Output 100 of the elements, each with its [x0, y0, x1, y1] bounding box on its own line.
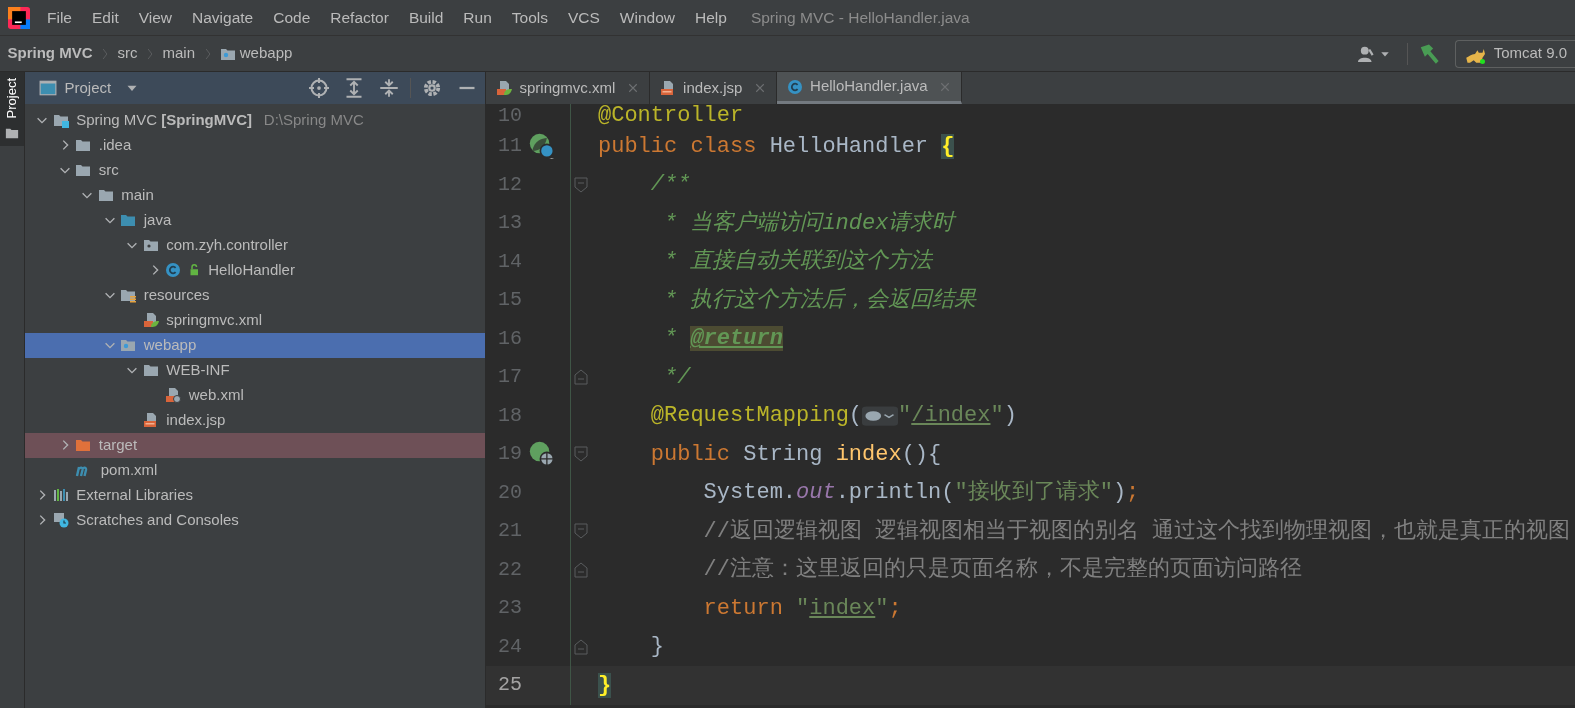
breadcrumb-item[interactable]: main: [162, 42, 195, 65]
person-icon[interactable]: [1357, 44, 1376, 63]
code-line: }: [649, 633, 664, 662]
module-icon: [52, 112, 69, 129]
code-line: @RequestMapping(: [649, 402, 863, 431]
code-line: //返回逻辑视图 逻辑视图相当于视图的别名 通过这个找到物理视图，也就是真正的视图: [702, 517, 1571, 546]
tree-item[interactable]: Spring MVC [SpringMVC] D:\Spring MVC: [25, 107, 485, 133]
code-line: */: [663, 363, 691, 392]
tree-item[interactable]: main: [25, 182, 485, 208]
code-line: public class HelloHandler {: [598, 132, 955, 161]
menu-item[interactable]: Navigate: [182, 5, 264, 30]
tree-item[interactable]: WEB-INF: [25, 357, 485, 383]
folder-icon: [75, 162, 92, 179]
fold-marker-icon[interactable]: [573, 176, 589, 193]
tree-item[interactable]: index.jsp: [25, 407, 485, 433]
tree-item[interactable]: External Libraries: [25, 482, 485, 508]
menu-item[interactable]: Help: [685, 5, 737, 30]
tree-item[interactable]: Scratches and Consoles: [25, 507, 485, 533]
tree-item[interactable]: web.xml: [25, 382, 485, 408]
fold-marker-icon[interactable]: [573, 446, 589, 463]
tree-item[interactable]: pom.xml: [25, 457, 485, 483]
folder-icon: [97, 187, 114, 204]
editor-tab[interactable]: HelloHandler.java: [776, 72, 962, 104]
code-line: * 当客户端访问index请求时: [663, 209, 955, 238]
panel-title: Project: [64, 77, 112, 98]
menu-item[interactable]: Tools: [501, 5, 558, 30]
fold-marker-icon[interactable]: [573, 369, 589, 386]
tree-item[interactable]: resources: [25, 282, 485, 308]
leaf-badge-icon[interactable]: [529, 133, 555, 160]
run-configuration-dropdown[interactable]: Tomcat 9.0: [1455, 39, 1575, 68]
line-number: 16: [497, 325, 522, 352]
code-line: System.out.println("接收到了请求");: [702, 478, 1140, 508]
line-number: 25: [497, 672, 522, 699]
jsp-file-icon: [142, 412, 159, 429]
line-number: 10: [497, 104, 522, 129]
web-folder-icon: [120, 337, 137, 354]
class-icon: [786, 78, 803, 95]
line-number: 18: [497, 402, 522, 429]
breadcrumb-item[interactable]: webapp: [220, 42, 293, 65]
collapse-all-icon[interactable]: [378, 78, 399, 98]
code-line: public String index(){: [649, 440, 942, 469]
class-icon: [165, 262, 182, 279]
window-icon: [39, 79, 57, 97]
tree-item[interactable]: java: [25, 207, 485, 233]
xml-file-icon: [165, 387, 182, 404]
line-number: 15: [497, 287, 522, 314]
menu-item[interactable]: Run: [453, 5, 502, 30]
crosshair-icon[interactable]: [308, 78, 329, 98]
code-line: * 执行这个方法后，会返回结果: [663, 286, 977, 315]
app-logo-icon: [7, 6, 30, 29]
menu-item[interactable]: Build: [398, 5, 454, 30]
code-line: @Controller: [598, 104, 744, 130]
menu-item[interactable]: Edit: [82, 5, 129, 30]
globe-dropdown-icon[interactable]: [862, 404, 899, 427]
folder-icon: [75, 437, 92, 454]
code-line: /**: [649, 171, 691, 200]
xml-file-icon: [142, 312, 159, 329]
tree-item[interactable]: src: [25, 157, 485, 183]
menu-item[interactable]: Code: [263, 5, 321, 30]
fold-marker-icon[interactable]: [573, 561, 589, 578]
line-number: 19: [497, 441, 522, 468]
close-icon[interactable]: [626, 82, 639, 94]
window-title: Spring MVC - HelloHandler.java: [750, 7, 970, 28]
leaf-globe-icon[interactable]: [529, 441, 555, 468]
folder-icon: [142, 362, 159, 379]
breadcrumb-item[interactable]: Spring MVC: [7, 42, 93, 65]
line-number: 12: [497, 171, 522, 198]
menu-item[interactable]: Window: [609, 5, 685, 30]
tree-item[interactable]: HelloHandler: [25, 257, 485, 283]
line-number: 23: [497, 595, 522, 622]
tool-window-tab[interactable]: Project: [0, 72, 24, 146]
settings-icon[interactable]: [422, 78, 442, 98]
resources-folder-icon: [120, 287, 137, 304]
tree-item[interactable]: com.zyh.controller: [25, 232, 485, 258]
package-icon: [142, 237, 159, 254]
jsp-file-icon: [659, 80, 676, 96]
line-number: 21: [497, 518, 522, 545]
menu-item[interactable]: VCS: [557, 5, 610, 30]
padlock-icon: [188, 263, 201, 278]
line-number: 13: [497, 210, 522, 237]
breadcrumb-item[interactable]: src: [117, 42, 138, 65]
fold-marker-icon[interactable]: [573, 638, 589, 655]
fold-marker-icon[interactable]: [573, 523, 589, 540]
scratches-icon: [52, 512, 69, 529]
code-line: "/index"): [898, 402, 1017, 431]
libraries-icon: [52, 487, 69, 504]
tree-item[interactable]: springmvc.xml: [25, 307, 485, 333]
tree-item[interactable]: .idea: [25, 132, 485, 158]
code-line: return "index";: [702, 594, 902, 623]
menu-item[interactable]: File: [37, 5, 82, 30]
folder-icon: [120, 212, 137, 229]
line-number: 14: [497, 248, 522, 275]
hammer-icon[interactable]: [1418, 42, 1441, 65]
code-line: //注意：这里返回的只是页面名称，不是完整的页面访问路径: [702, 555, 1303, 585]
menu-item[interactable]: View: [128, 5, 183, 30]
menu-item[interactable]: Refactor: [320, 5, 399, 30]
line-number: 22: [497, 556, 522, 583]
xml-file-icon: [496, 80, 512, 96]
line-number: 11: [497, 133, 522, 160]
tree-item[interactable]: target: [25, 432, 485, 458]
